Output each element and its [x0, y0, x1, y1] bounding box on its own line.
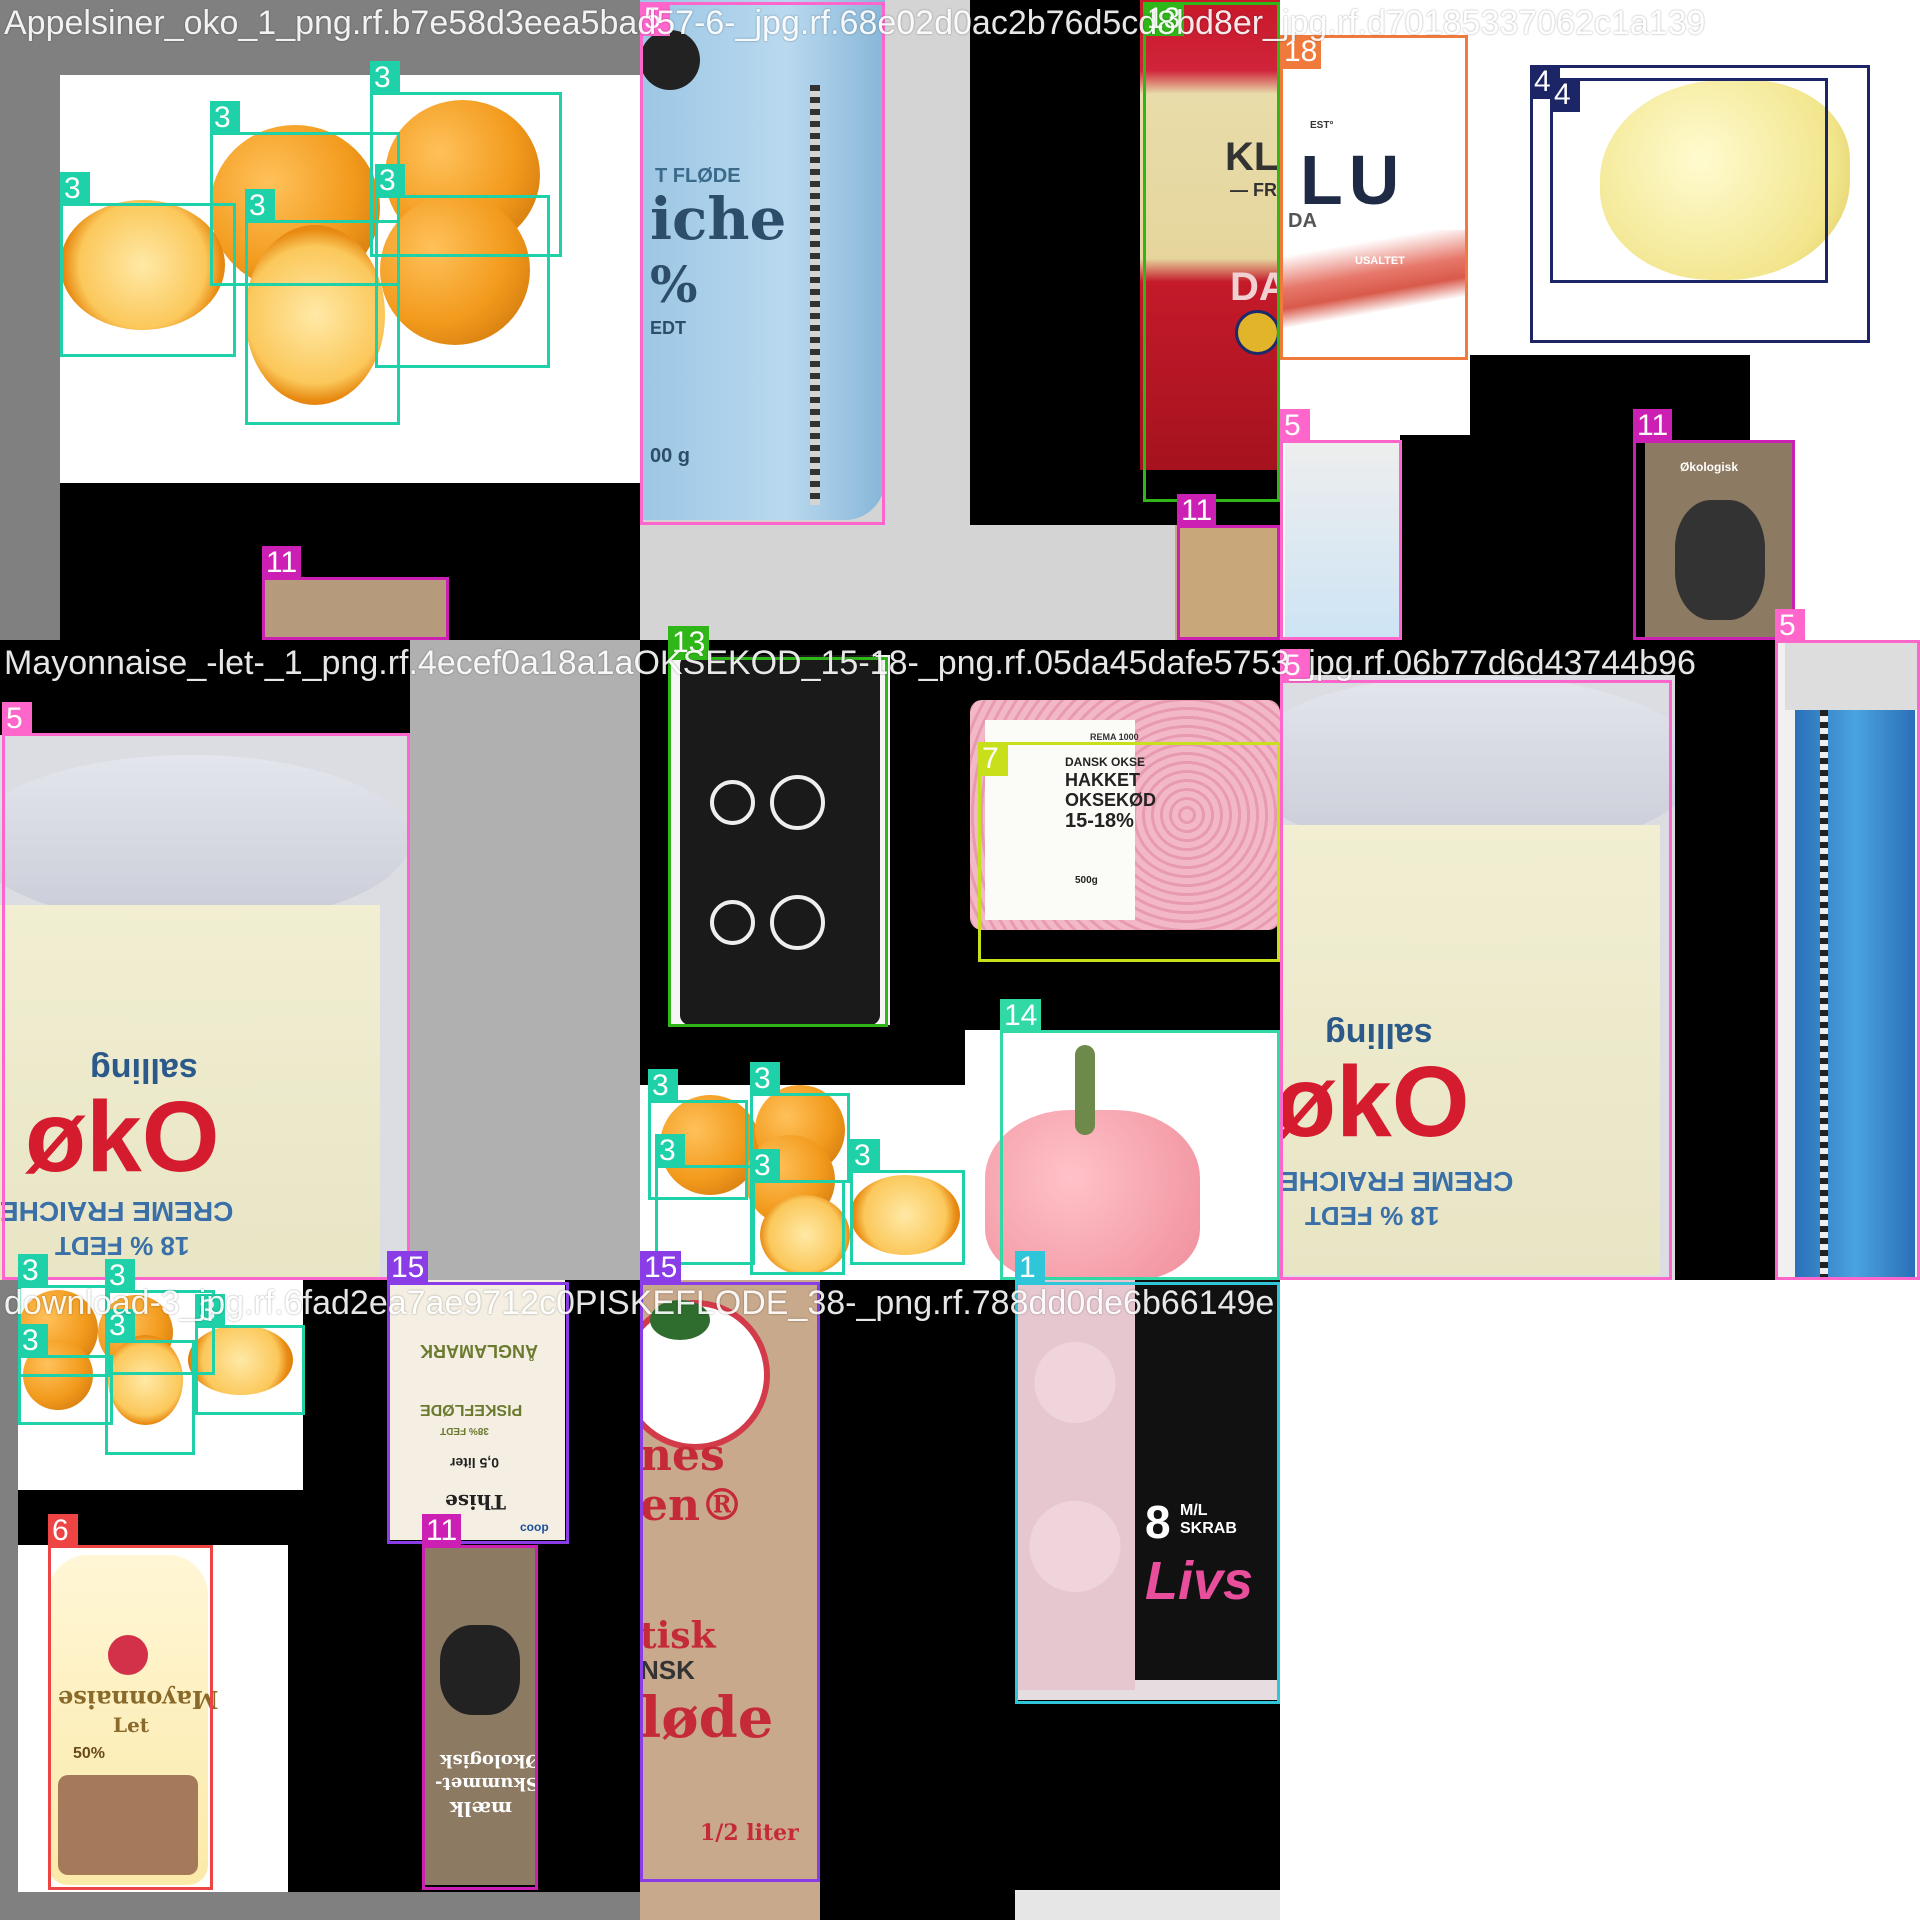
bbox-label: 15	[640, 1251, 682, 1285]
bbox-class-5: 5	[2, 702, 410, 1280]
bbox-class-3: 3	[245, 189, 400, 425]
bbox-class-11: 11	[1633, 409, 1795, 640]
bbox-label: 3	[375, 164, 405, 198]
bbox-class-3: 3	[655, 1134, 755, 1265]
bbox-label: 14	[1000, 999, 1042, 1033]
bbox-label: 3	[750, 1062, 780, 1096]
bbox-label: 3	[210, 101, 240, 135]
bbox-class-3: 3	[195, 1294, 305, 1415]
bbox-label: 7	[978, 742, 1008, 776]
bbox-class-5: 5	[1775, 609, 1920, 1280]
bbox-label: 6	[48, 1514, 78, 1548]
bbox-label: 3	[750, 1149, 780, 1183]
bbox-class-13: 13	[668, 626, 888, 1027]
tile-filename: Mayonnaise_-let-_1_png.rf.4ecef0a18a1aOK…	[4, 644, 1696, 682]
bbox-class-6: 6	[48, 1514, 213, 1890]
bbox-class-3: 3	[750, 1149, 845, 1275]
bbox-class-18: 18	[1280, 35, 1468, 360]
bbox-class-3: 3	[850, 1139, 965, 1265]
bbox-class-15: 15	[640, 1251, 820, 1882]
bbox-label: 1	[1015, 1251, 1045, 1285]
bbox-label: 3	[245, 189, 275, 223]
bbox-class-11: 11	[262, 546, 449, 640]
minced-brand: REMA 1000	[1090, 732, 1139, 742]
bbox-label: 5	[1775, 609, 1805, 643]
bbox-class-3: 3	[18, 1324, 113, 1425]
bbox-label: 3	[18, 1324, 48, 1358]
bbox-class-11: 11	[422, 1514, 538, 1890]
bbox-label: 5	[1280, 409, 1310, 443]
bbox-class-4: 4	[1550, 78, 1828, 283]
bbox-label: 11	[422, 1514, 462, 1548]
bbox-label: 5	[2, 702, 32, 736]
bbox-label: 3	[648, 1069, 678, 1103]
bbox-class-5: 5	[1280, 409, 1402, 640]
bbox-class-5: 5	[640, 2, 885, 525]
bbox-label: 3	[655, 1134, 685, 1168]
bbox-class-11: 11	[1177, 494, 1280, 640]
bbox-label: 3	[370, 61, 400, 95]
bbox-label: 11	[262, 546, 302, 580]
bbox-class-3: 3	[375, 164, 550, 368]
bbox-label: 15	[387, 1251, 429, 1285]
bbox-label: 4	[1550, 78, 1580, 112]
bbox-class-13: 13	[1143, 2, 1280, 502]
bbox-label: 3	[60, 172, 90, 206]
mosaic-tile-empty	[1280, 1280, 1920, 1920]
tile-filename: Appelsiner_oko_1_png.rf.b7e58d3eea5bad57…	[4, 4, 1706, 42]
bbox-class-7: 7	[978, 742, 1280, 962]
bbox-class-14: 14	[1000, 999, 1280, 1280]
bbox-class-5: 5	[1280, 649, 1672, 1280]
tile-filename: download-3_jpg.rf.6fad2ea7ae9712c0PISKEF…	[4, 1284, 1275, 1322]
bbox-label: 3	[18, 1254, 48, 1288]
bbox-label: 3	[850, 1139, 880, 1173]
bbox-label: 11	[1633, 409, 1673, 443]
bbox-label: 11	[1177, 494, 1217, 528]
bbox-class-1: 1	[1015, 1251, 1280, 1704]
bbox-class-3: 3	[105, 1309, 195, 1455]
